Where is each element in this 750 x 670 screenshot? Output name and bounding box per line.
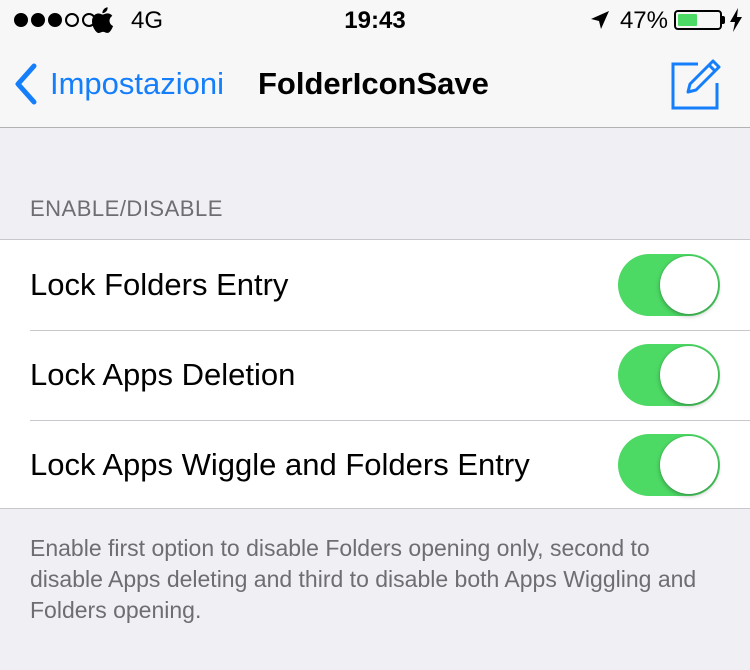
- location-icon: [591, 11, 609, 29]
- battery-cap: [722, 16, 725, 24]
- lock-folders-entry-switch[interactable]: [618, 254, 720, 316]
- settings-row-lock-folders-entry: Lock Folders Entry: [0, 240, 750, 330]
- setting-label: Lock Folders Entry: [30, 267, 289, 302]
- switch-knob: [660, 346, 718, 404]
- settings-group: Lock Folders Entry Lock Apps Deletion Lo…: [0, 239, 750, 509]
- back-button[interactable]: Impostazioni: [10, 56, 224, 112]
- section-header: ENABLE/DISABLE: [30, 196, 223, 221]
- chevron-left-icon: [15, 63, 37, 105]
- switch-knob: [660, 256, 718, 314]
- settings-row-lock-apps-deletion: Lock Apps Deletion: [0, 330, 750, 420]
- lock-apps-wiggle-switch[interactable]: [618, 434, 720, 496]
- battery-icon: [674, 10, 722, 30]
- charging-bolt-icon: [730, 8, 742, 32]
- compose-icon[interactable]: [668, 58, 722, 112]
- settings-row-lock-apps-wiggle: Lock Apps Wiggle and Folders Entry: [0, 420, 750, 510]
- section-footer: Enable first option to disable Folders o…: [30, 535, 697, 623]
- page-title: FolderIconSave: [258, 66, 489, 101]
- lock-apps-deletion-switch[interactable]: [618, 344, 720, 406]
- navigation-bar: Impostazioni FolderIconSave: [0, 40, 750, 128]
- status-bar: 4G 19:43 47%: [0, 0, 750, 40]
- switch-knob: [660, 436, 718, 494]
- setting-label: Lock Apps Wiggle and Folders Entry: [30, 447, 530, 482]
- battery-level-fill: [678, 14, 697, 26]
- settings-screen: 4G 19:43 47% Impostazioni FolderIconSave…: [0, 0, 750, 670]
- battery-percentage: 47%: [619, 7, 668, 34]
- setting-label: Lock Apps Deletion: [30, 357, 296, 392]
- back-button-label: Impostazioni: [50, 66, 225, 101]
